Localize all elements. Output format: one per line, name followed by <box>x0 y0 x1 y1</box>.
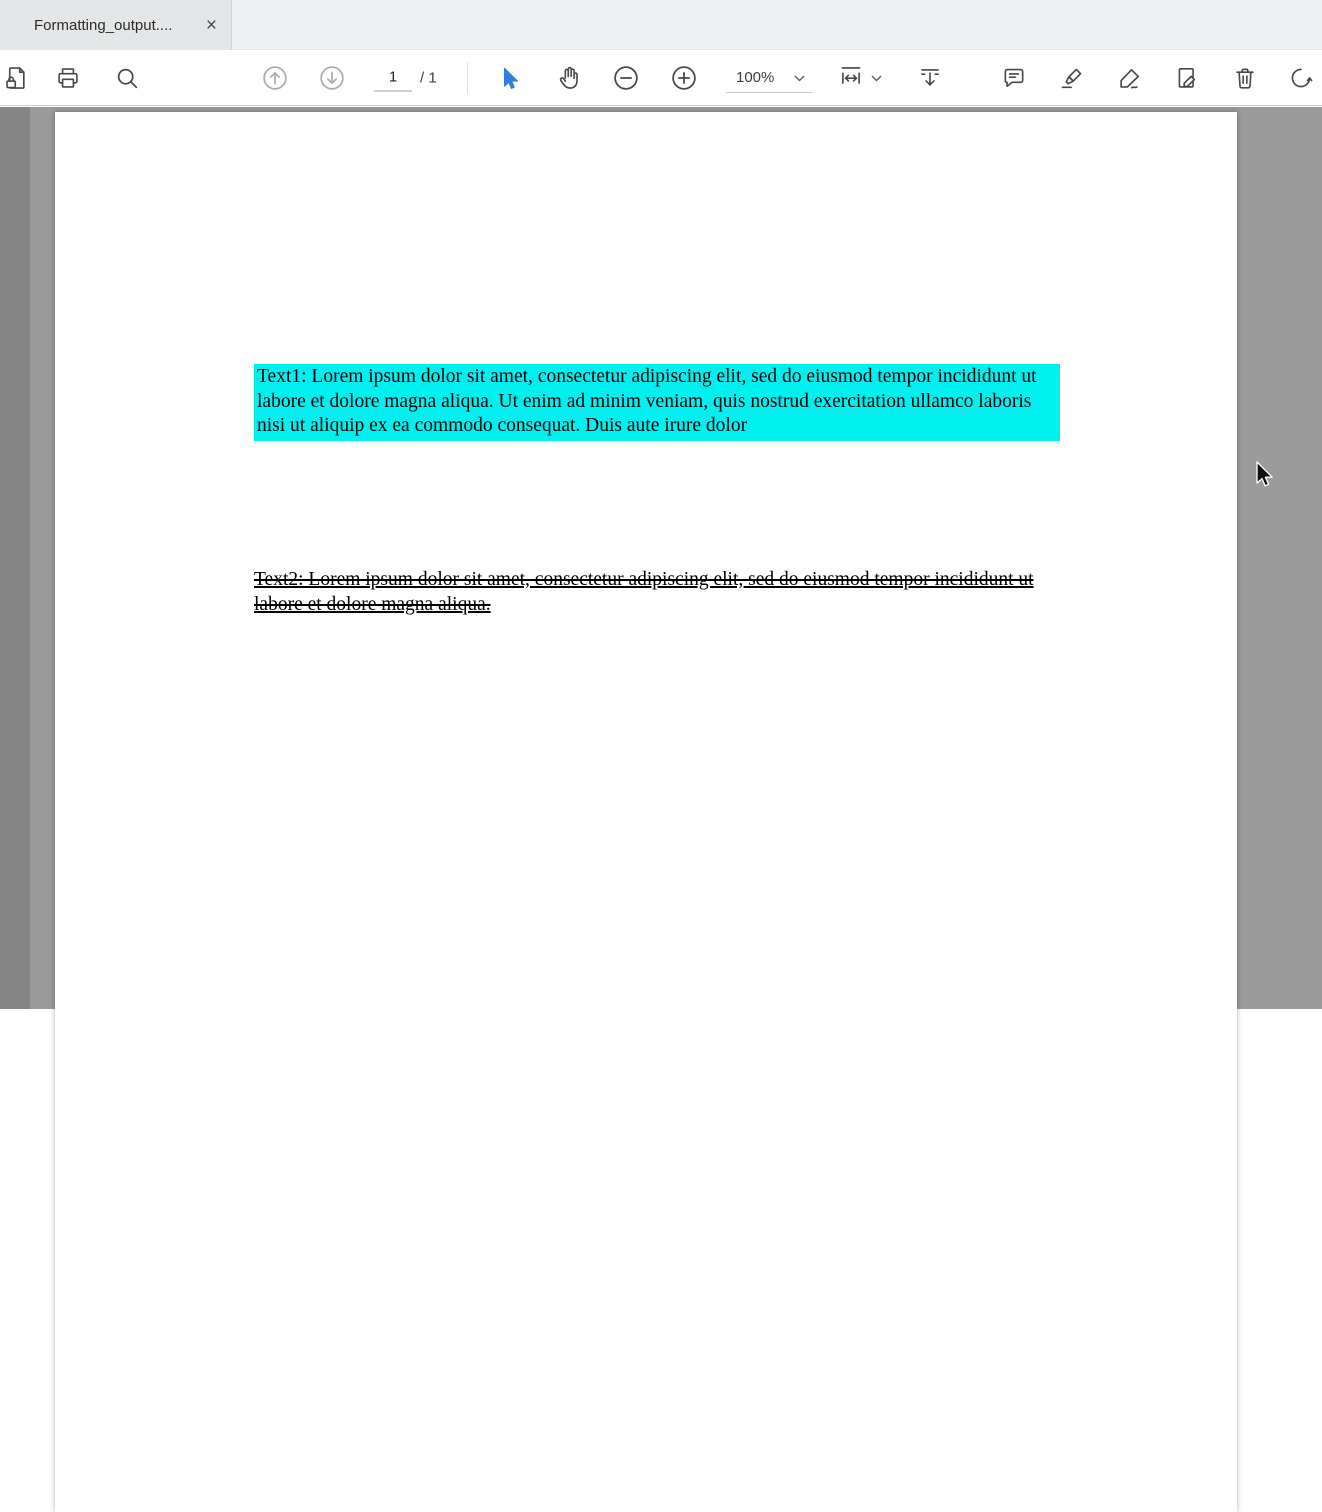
zoom-in-button[interactable] <box>664 58 704 98</box>
arrow-up-circle-icon <box>261 64 289 92</box>
plus-circle-icon <box>670 64 698 92</box>
comment-icon <box>1001 65 1027 91</box>
minus-circle-icon <box>612 64 640 92</box>
zoom-out-button[interactable] <box>606 58 646 98</box>
delete-button[interactable] <box>1225 58 1265 98</box>
fit-width-icon <box>838 63 864 92</box>
print-button[interactable] <box>48 58 88 98</box>
mouse-cursor <box>1255 460 1279 492</box>
rotate-button[interactable] <box>1281 58 1321 98</box>
search-icon <box>114 65 140 91</box>
left-panel-rail <box>0 107 30 1009</box>
document-tab[interactable]: Formatting_output.... × <box>0 0 232 50</box>
page-edit-icon <box>1174 65 1200 91</box>
hand-tool-icon <box>556 65 582 91</box>
next-page-button[interactable] <box>312 58 352 98</box>
print-icon <box>55 65 81 91</box>
hand-tool-button[interactable] <box>549 58 589 98</box>
continuous-scroll-button[interactable] <box>910 58 950 98</box>
signature-pen-button[interactable] <box>1110 58 1150 98</box>
highlighter-icon <box>1059 65 1085 91</box>
comment-button[interactable] <box>994 58 1034 98</box>
page-total-label: / 1 <box>420 69 437 86</box>
page-number-input[interactable] <box>374 64 412 91</box>
strikethrough-text-annotation[interactable]: Text2: Lorem ipsum dolor sit amet, conse… <box>254 568 1054 617</box>
fit-width-select[interactable] <box>838 58 882 98</box>
toolbar: / 1 <box>0 50 1322 106</box>
trash-icon <box>1232 65 1258 91</box>
document-lock-button[interactable] <box>0 58 37 98</box>
tab-title: Formatting_output.... <box>34 17 196 34</box>
tab-close-icon[interactable]: × <box>206 16 217 35</box>
search-button[interactable] <box>107 58 147 98</box>
tab-bar: Formatting_output.... × <box>0 0 1322 50</box>
pdf-page: Text1: Lorem ipsum dolor sit amet, conse… <box>55 112 1237 1512</box>
chevron-down-icon <box>794 69 805 86</box>
highlighter-button[interactable] <box>1052 58 1092 98</box>
rotate-icon <box>1288 65 1314 91</box>
continuous-scroll-icon <box>917 65 943 91</box>
previous-page-button[interactable] <box>255 58 295 98</box>
signature-pen-icon <box>1117 65 1143 91</box>
cursor-select-icon <box>498 65 524 91</box>
zoom-level-select[interactable]: 100% <box>726 63 812 93</box>
zoom-level-value: 100% <box>736 69 774 86</box>
chevron-down-icon <box>871 70 882 85</box>
toolbar-separator <box>467 62 468 94</box>
select-tool-button[interactable] <box>491 58 531 98</box>
highlighted-text-annotation[interactable]: Text1: Lorem ipsum dolor sit amet, conse… <box>254 364 1060 441</box>
arrow-down-circle-icon <box>318 64 346 92</box>
page-edit-button[interactable] <box>1167 58 1207 98</box>
document-viewport[interactable]: Text1: Lorem ipsum dolor sit amet, conse… <box>0 107 1322 1009</box>
document-lock-icon <box>4 65 30 91</box>
